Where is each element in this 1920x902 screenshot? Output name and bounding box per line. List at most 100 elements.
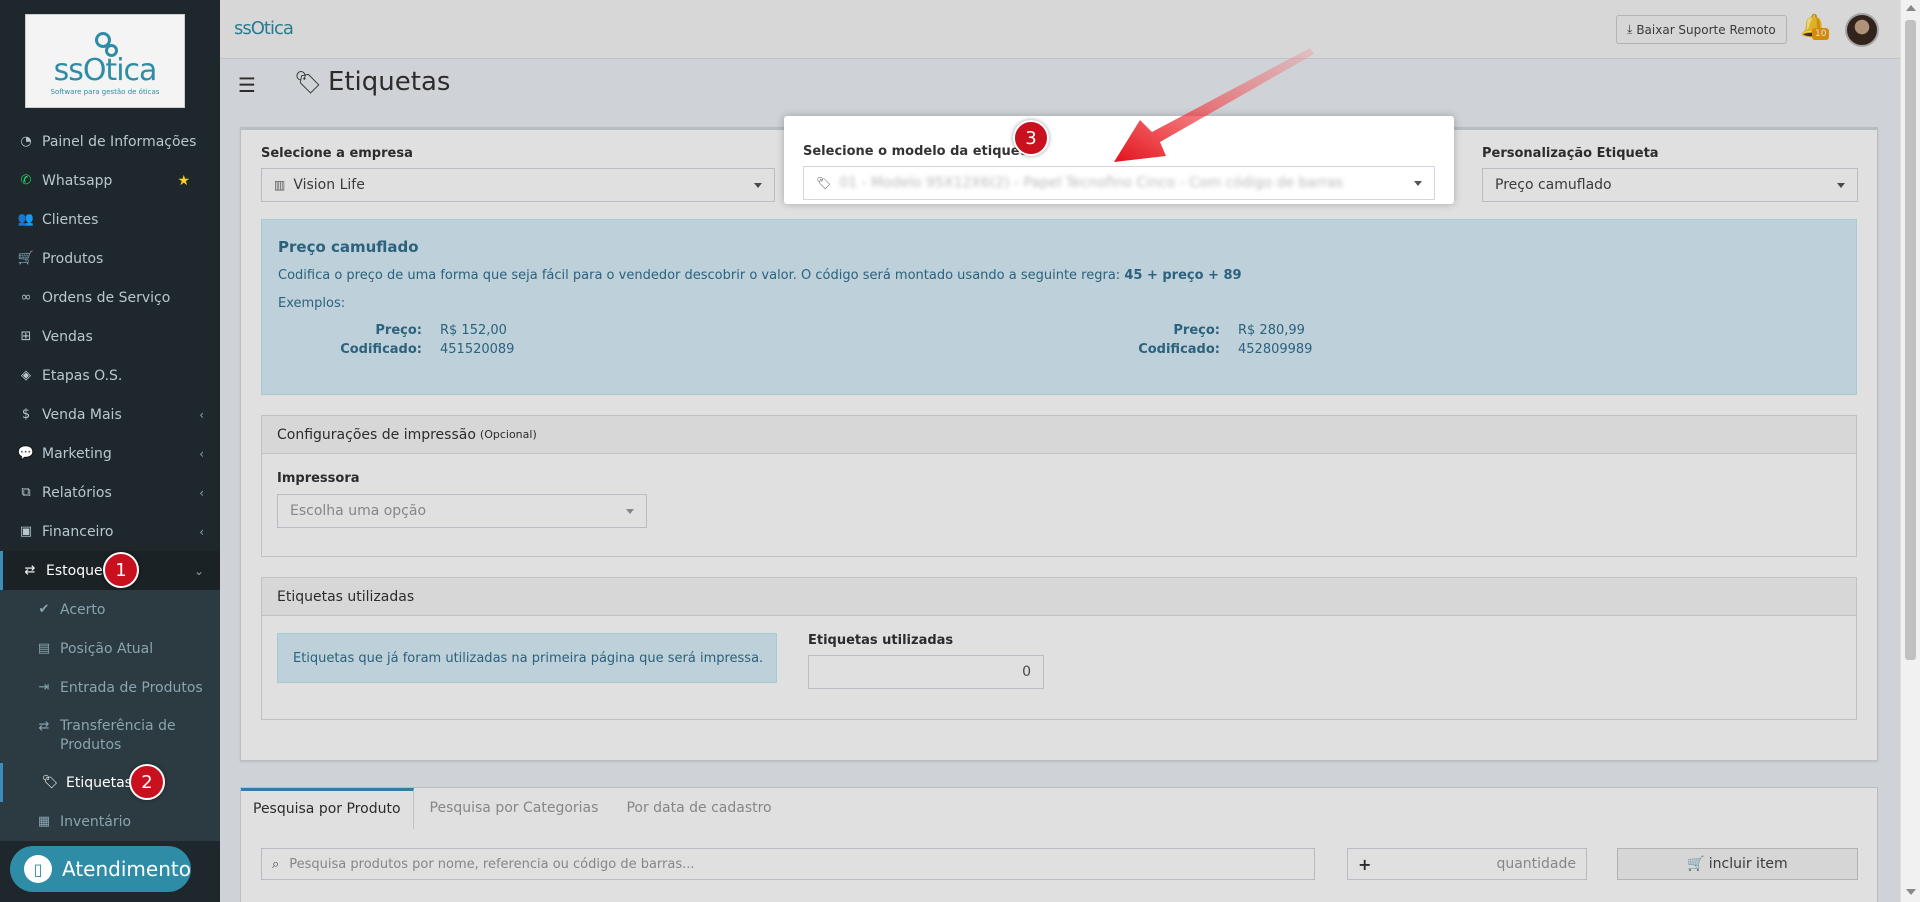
comments-icon: 💬 — [17, 446, 35, 461]
sidebar-subitem-transferencia[interactable]: ⇄ Transferência de Produtos — [0, 707, 220, 763]
chevron-left-icon: ‹ — [199, 524, 204, 539]
check-icon: ✔ — [38, 602, 50, 617]
star-icon: ★ — [177, 172, 190, 189]
sidebar-item-financeiro[interactable]: ▣ Financeiro ‹ — [0, 512, 220, 551]
modelo-label: Selecione o modelo da etiqueta — [803, 144, 1035, 159]
page-title: 🏷 Etiquetas — [294, 67, 451, 97]
tab-data-cadastro[interactable]: Por data de cadastro — [614, 788, 783, 829]
logo-subtitle: Software para gestão de óticas — [50, 88, 160, 96]
print-config-panel: Configurações de impressão (Opcional) Imp… — [261, 415, 1857, 557]
product-search-input[interactable]: ⌕ Pesquisa produtos por nome, referencia … — [261, 848, 1315, 880]
chevron-left-icon: ‹ — [199, 446, 204, 461]
download-icon: ⤓ — [1627, 22, 1633, 36]
sidebar-item-clientes[interactable]: 👥 Clientes — [0, 200, 220, 239]
sidebar-item-relatorios[interactable]: ⧉ Relatórios ‹ — [0, 473, 220, 512]
sidebar-item-marketing[interactable]: 💬 Marketing ‹ — [0, 434, 220, 473]
tag-icon: 🏷 — [294, 71, 322, 96]
ticket-icon: ◈ — [21, 368, 31, 383]
calculator-icon: ▦ — [37, 814, 51, 829]
example-1: Preço: R$ 152,00 Codificado: 451520089 — [340, 323, 515, 357]
info-title: Preço camuflado — [278, 238, 419, 256]
notification-count: 10 — [1812, 28, 1830, 40]
step-badge-3: 3 — [1013, 120, 1049, 156]
sidebar-subitem-acerto[interactable]: ✔ Acerto — [0, 590, 220, 629]
sidebar-subitem-inventario[interactable]: ▦ Inventário — [0, 802, 220, 841]
sidebar-nav: ◔ Painel de Informações ✆ Whatsapp ★ 👥 Clien… — [0, 122, 220, 841]
tab-pesquisa-produto[interactable]: Pesquisa por Produto — [241, 788, 414, 829]
estoque-submenu: ✔ Acerto ▤ Posição Atual ⇥ Entrada de Produ… — [0, 590, 220, 841]
dollar-icon: $ — [21, 407, 31, 422]
cart-icon: 🛒 — [1687, 856, 1705, 872]
step-badge-2: 2 — [129, 764, 165, 800]
sidebar-logo[interactable]: ssOtica Software para gestão de óticas — [25, 14, 185, 108]
sidebar-subitem-etiquetas[interactable]: 🏷 Etiquetas 2 — [0, 763, 220, 802]
used-labels-field-label: Etiquetas utilizadas — [808, 633, 954, 648]
caret-down-icon — [754, 183, 762, 188]
quantity-input[interactable]: + quantidade — [1347, 848, 1587, 880]
scroll-up-icon[interactable] — [1906, 5, 1916, 11]
annotation-arrow — [1114, 48, 1314, 162]
users-icon: 👥 — [17, 212, 35, 227]
file-icon: ▤ — [37, 641, 51, 656]
used-labels-input[interactable]: 0 — [808, 655, 1044, 689]
empresa-select[interactable]: ▥ Vision Life — [261, 168, 775, 202]
used-labels-panel: Etiquetas utilizadas Etiquetas que já fo… — [261, 577, 1857, 720]
print-config-header: Configurações de impressão (Opcional) — [262, 416, 1856, 454]
baixar-suporte-button[interactable]: ⤓ Baixar Suporte Remoto — [1616, 15, 1787, 44]
scroll-down-icon[interactable] — [1906, 889, 1916, 895]
sidebar-item-estoque[interactable]: ⇄ Estoque ⌄ 1 — [0, 551, 220, 590]
sidebar-item-etapas[interactable]: ◈ Etapas O.S. — [0, 356, 220, 395]
header-logo[interactable]: ssOtica — [234, 18, 294, 39]
caret-down-icon — [1414, 181, 1422, 186]
tag-icon: 🏷 — [41, 775, 59, 790]
search-tabs-box: Pesquisa por Produto Pesquisa por Catego… — [240, 787, 1878, 902]
exchange-icon: ⇄ — [24, 563, 36, 578]
sidebar-subitem-entrada[interactable]: ⇥ Entrada de Produtos — [0, 668, 220, 707]
used-labels-header: Etiquetas utilizadas — [262, 578, 1856, 616]
chat-icon: ▯ — [24, 855, 52, 883]
tab-pesquisa-categorias[interactable]: Pesquisa por Categorias — [418, 788, 611, 829]
sidebar-item-vendas[interactable]: ⊞ Vendas — [0, 317, 220, 356]
caret-down-icon — [626, 509, 634, 514]
incluir-item-button[interactable]: 🛒 incluir item — [1617, 848, 1858, 880]
modelo-select[interactable]: 🏷 01 - Modelo 95X12X6(2) - Papel Tecnofin… — [803, 166, 1435, 200]
sidebar-item-ordens[interactable]: ∞ Ordens de Serviço — [0, 278, 220, 317]
top-header: ssOtica ⤓ Baixar Suporte Remoto 🔔 10 — [220, 0, 1900, 59]
building-icon: ▥ — [274, 178, 286, 192]
scroll-thumb[interactable] — [1905, 20, 1916, 660]
empresa-label: Selecione a empresa — [261, 146, 413, 161]
personalizacao-select[interactable]: Preço camuflado — [1482, 168, 1858, 202]
example-2: Preço: R$ 280,99 Codificado: 452809989 — [1138, 323, 1313, 357]
sidebar-subitem-posicao[interactable]: ▤ Posição Atual — [0, 629, 220, 668]
menu-toggle-icon[interactable]: ☰ — [238, 73, 256, 97]
atendimento-button[interactable]: ▯ Atendimento — [10, 846, 191, 892]
impressora-label: Impressora — [277, 471, 360, 486]
copy-icon: ⧉ — [21, 485, 31, 500]
user-avatar[interactable] — [1845, 13, 1879, 47]
tab-bar: Pesquisa por Produto Pesquisa por Catego… — [241, 788, 788, 829]
sidebar-item-venda-mais[interactable]: $ Venda Mais ‹ — [0, 395, 220, 434]
basket-icon: ⊞ — [20, 329, 32, 344]
notifications-bell-icon[interactable]: 🔔 10 — [1800, 14, 1830, 40]
info-description: Codifica o preço de uma forma que seja f… — [278, 268, 1242, 283]
logo-text: ssOtica — [53, 53, 158, 88]
sidebar-item-painel[interactable]: ◔ Painel de Informações — [0, 122, 220, 161]
impressora-select[interactable]: Escolha uma opção — [277, 494, 647, 528]
preco-camuflado-info: Preço camuflado Codifica o preço de uma … — [261, 219, 1857, 395]
sidebar-item-whatsapp[interactable]: ✆ Whatsapp ★ — [0, 161, 220, 200]
step-badge-1: 1 — [103, 552, 139, 588]
plus-icon: + — [1358, 854, 1372, 874]
content-header: ☰ 🏷 Etiquetas — [220, 59, 1900, 107]
chevron-left-icon: ‹ — [199, 485, 204, 500]
etiquetas-form-box: Selecione a empresa ▥ Vision Life Persona… — [240, 127, 1878, 761]
chevron-left-icon: ‹ — [199, 407, 204, 422]
sidebar-item-produtos[interactable]: 🛒 Produtos — [0, 239, 220, 278]
personalizacao-label: Personalização Etiqueta — [1482, 146, 1659, 161]
chevron-down-icon: ⌄ — [193, 563, 204, 578]
exchange-icon: ⇄ — [38, 719, 50, 734]
money-icon: ▣ — [19, 524, 33, 539]
tags-icon: 🏷 — [816, 176, 832, 190]
glasses-icon: ∞ — [20, 290, 32, 305]
info-rule: 45 + preço + 89 — [1124, 268, 1242, 283]
vertical-scrollbar[interactable] — [1900, 0, 1920, 902]
